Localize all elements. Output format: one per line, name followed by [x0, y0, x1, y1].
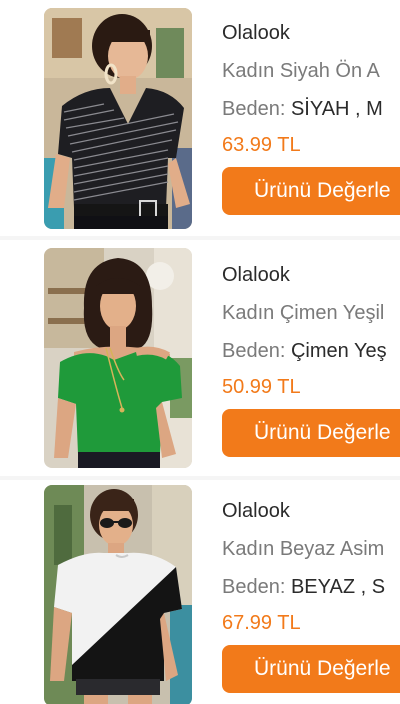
product-info: Olalook Kadın Çimen Yeşil Beden: Çimen Y… — [222, 262, 400, 457]
product-brand: Olalook — [222, 22, 290, 44]
rate-product-button[interactable]: Ürünü Değerle — [222, 645, 400, 693]
size-label: Beden: — [222, 576, 286, 598]
size-value: Çimen Yeş — [290, 340, 387, 362]
product-card[interactable]: Olalook Kadın Çimen Yeşil Beden: Çimen Y… — [0, 240, 400, 476]
product-brand: Olalook — [222, 264, 290, 286]
product-image[interactable] — [44, 485, 192, 704]
product-card[interactable]: Olalook Kadın Beyaz Asim Beden: BEYAZ , … — [0, 480, 400, 704]
product-name: Kadın Beyaz Asim — [222, 538, 385, 560]
product-review-list: Olalook Kadın Siyah Ön A Beden: SİYAH , … — [0, 0, 400, 704]
product-brand: Olalook — [222, 500, 290, 522]
product-price: 50.99 TL — [222, 376, 301, 398]
product-info: Olalook Kadın Beyaz Asim Beden: BEYAZ , … — [222, 498, 400, 693]
product-name: Kadın Çimen Yeşil — [222, 302, 385, 324]
size-label: Beden: — [222, 340, 286, 362]
product-price: 63.99 TL — [222, 134, 301, 156]
product-info: Olalook Kadın Siyah Ön A Beden: SİYAH , … — [222, 20, 400, 215]
product-size: Beden: BEYAZ , S — [222, 574, 400, 600]
product-image[interactable] — [44, 8, 192, 229]
size-value: SİYAH , M — [290, 98, 383, 120]
size-value: BEYAZ , S — [290, 576, 386, 598]
product-name: Kadın Siyah Ön A — [222, 60, 380, 82]
rate-product-button[interactable]: Ürünü Değerle — [222, 167, 400, 215]
product-price: 67.99 TL — [222, 612, 301, 634]
rate-product-button[interactable]: Ürünü Değerle — [222, 409, 400, 457]
product-size: Beden: SİYAH , M — [222, 96, 400, 122]
product-card[interactable]: Olalook Kadın Siyah Ön A Beden: SİYAH , … — [0, 0, 400, 236]
product-size: Beden: Çimen Yeş — [222, 338, 400, 364]
product-image[interactable] — [44, 248, 192, 468]
size-label: Beden: — [222, 98, 286, 120]
